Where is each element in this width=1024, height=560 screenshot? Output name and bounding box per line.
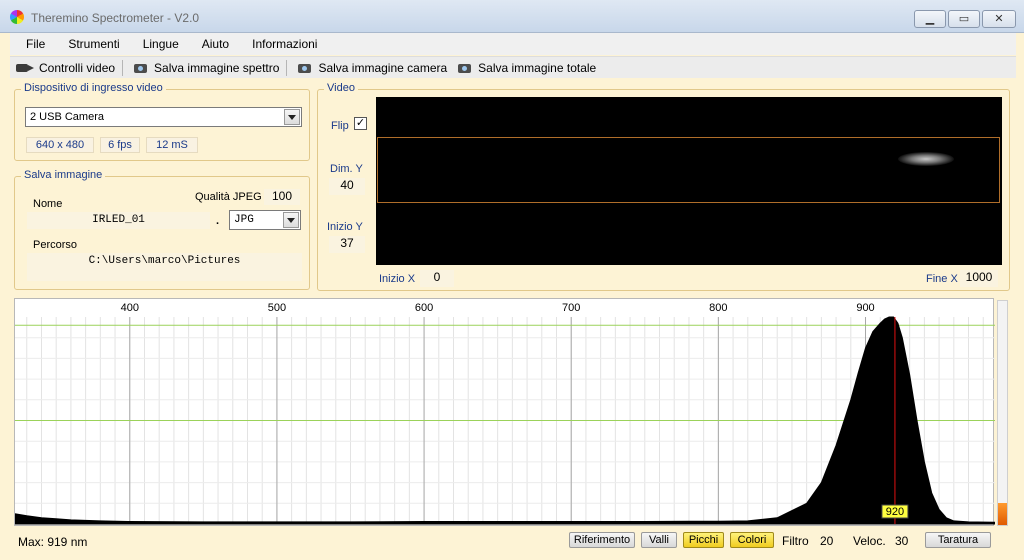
valleys-button[interactable]: Valli: [641, 532, 677, 548]
camera-select[interactable]: 2 USB Camera: [25, 107, 302, 127]
camera-icon: [297, 61, 313, 74]
toolbar-separator: [286, 59, 288, 76]
speed-value[interactable]: 30: [895, 534, 908, 548]
signal-level-fill: [998, 502, 1007, 525]
start-y-label: Inizio Y: [327, 221, 363, 233]
title-bar: Theremino Spectrometer - V2.0 ▁ ▭ ✕: [0, 0, 1024, 33]
camera-select-value: 2 USB Camera: [30, 111, 104, 123]
jpeg-quality-label: Qualità JPEG: [195, 191, 262, 203]
menu-bar: File Strumenti Lingue Aiuto Informazioni: [10, 33, 1016, 55]
camera-icon: [133, 61, 149, 74]
speed-label: Veloc.: [853, 534, 886, 548]
end-x-label: Fine X: [926, 273, 958, 285]
video-device-group-title: Dispositivo di ingresso video: [21, 82, 166, 94]
resolution-display: 640 x 480: [26, 137, 94, 153]
video-camera-icon: [16, 61, 34, 74]
video-preview[interactable]: [376, 97, 1002, 265]
start-y-input[interactable]: 37: [329, 236, 365, 253]
path-label: Percorso: [33, 239, 78, 251]
chevron-down-icon[interactable]: [284, 109, 300, 125]
save-total-button[interactable]: Salva immagine totale: [457, 61, 596, 75]
fps-display: 6 fps: [100, 137, 140, 153]
name-label: Nome: [33, 198, 63, 210]
x-tick-label: 400: [120, 302, 139, 314]
minimize-button[interactable]: ▁: [914, 10, 946, 28]
save-image-group-title: Salva immagine: [21, 169, 106, 181]
extension-dot: .: [216, 215, 220, 227]
toolbar: Controlli video Salva immagine spettro S…: [10, 56, 1016, 78]
close-icon: ✕: [994, 13, 1004, 25]
path-input[interactable]: C:\Users\marco\Pictures: [27, 253, 302, 281]
format-select[interactable]: JPG: [229, 210, 301, 230]
save-camera-button[interactable]: Salva immagine camera: [297, 61, 447, 75]
end-x-input[interactable]: 1000: [960, 270, 998, 287]
format-select-value: JPG: [234, 214, 254, 226]
filter-value[interactable]: 20: [820, 534, 833, 548]
camera-icon: [457, 61, 473, 74]
peaks-button[interactable]: Picchi: [683, 532, 724, 548]
spectrum-plot: 920: [15, 316, 995, 525]
jpeg-quality-input[interactable]: 100: [264, 189, 300, 205]
save-camera-label: Salva immagine camera: [318, 60, 448, 75]
menu-tools[interactable]: Strumenti: [68, 37, 119, 51]
peak-marker-label: 920: [886, 506, 904, 518]
app-icon: [10, 10, 24, 24]
video-controls-button[interactable]: Controlli video: [16, 59, 124, 76]
menu-file[interactable]: File: [26, 37, 45, 51]
max-wavelength-display: Max: 919 nm: [18, 535, 88, 549]
menu-help[interactable]: Aiuto: [202, 37, 229, 51]
dim-y-input[interactable]: 40: [329, 178, 365, 195]
minimize-icon: ▁: [925, 13, 935, 25]
exposure-display: 12 mS: [146, 137, 198, 153]
dim-y-label: Dim. Y: [330, 163, 363, 175]
close-button[interactable]: ✕: [982, 10, 1016, 28]
light-spot: [898, 152, 954, 166]
x-tick-label: 900: [856, 302, 875, 314]
save-spectrum-label: Salva immagine spettro: [154, 60, 280, 75]
x-tick-label: 800: [709, 302, 728, 314]
save-spectrum-button[interactable]: Salva immagine spettro: [133, 59, 288, 76]
signal-level-bar: [997, 300, 1008, 526]
save-total-label: Salva immagine totale: [478, 60, 597, 75]
file-name-input[interactable]: IRLED_01: [27, 212, 210, 229]
filter-label: Filtro: [782, 534, 809, 548]
spectrum-chart[interactable]: 920 400 500 600 700 800 900: [14, 298, 995, 526]
x-tick-label: 500: [267, 302, 287, 314]
window-controls: ▁ ▭ ✕: [914, 10, 1016, 28]
maximize-icon: ▭: [958, 13, 970, 25]
start-x-label: Inizio X: [379, 273, 416, 285]
video-controls-label: Controlli video: [39, 60, 116, 75]
start-x-input[interactable]: 0: [420, 270, 454, 287]
x-tick-label: 700: [562, 302, 581, 314]
reference-button[interactable]: Riferimento: [569, 532, 635, 548]
colors-button[interactable]: Colori: [730, 532, 774, 548]
window-title: Theremino Spectrometer - V2.0: [31, 11, 200, 25]
x-tick-label: 600: [414, 302, 434, 314]
menu-info[interactable]: Informazioni: [252, 37, 317, 51]
maximize-button[interactable]: ▭: [948, 10, 980, 28]
toolbar-separator: [122, 59, 124, 76]
calibration-button[interactable]: Taratura: [925, 532, 991, 548]
scan-region[interactable]: [377, 137, 1000, 203]
flip-checkbox[interactable]: ✓: [354, 117, 367, 130]
video-group-title: Video: [324, 82, 358, 94]
flip-label: Flip: [331, 120, 349, 132]
chevron-down-icon[interactable]: [283, 212, 299, 228]
menu-languages[interactable]: Lingue: [143, 37, 179, 51]
